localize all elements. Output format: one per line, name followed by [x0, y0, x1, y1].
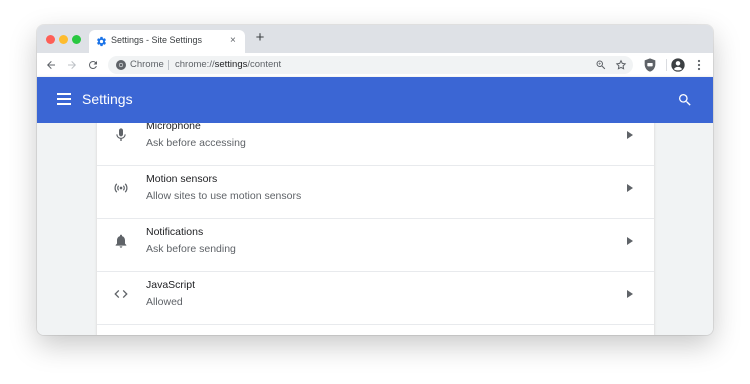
reload-icon	[88, 60, 97, 69]
page-title: Settings	[82, 91, 133, 107]
back-arrow-icon	[47, 61, 55, 69]
bookmark-star-icon[interactable]	[615, 59, 627, 71]
motion-sensors-icon	[114, 183, 128, 193]
arrow-right-icon	[627, 290, 633, 298]
omnibox-chip-label: Chrome	[130, 59, 164, 70]
chrome-icon	[116, 60, 126, 70]
back-button[interactable]	[43, 57, 59, 73]
list-item-notifications[interactable]: Notifications Ask before sending	[97, 219, 654, 272]
gear-icon	[97, 36, 106, 47]
new-tab-button[interactable]: +	[252, 30, 268, 46]
bell-icon	[115, 234, 127, 248]
more-vert-icon[interactable]	[691, 57, 707, 73]
settings-header: Settings	[37, 77, 713, 123]
omnibox-separator	[168, 60, 169, 70]
microphone-icon	[116, 128, 126, 141]
list-item-motion-sensors[interactable]: Motion sensors Allow sites to use motion…	[97, 166, 654, 219]
list-item-subtitle: Ask before sending	[146, 243, 236, 255]
list-item-title: Notifications	[146, 226, 204, 238]
toolbar-separator	[666, 59, 667, 71]
list-item-microphone[interactable]: Microphone Ask before accessing	[97, 123, 654, 166]
settings-content: Microphone Ask before accessing Motion s…	[37, 123, 713, 335]
url-text: chrome://settings/content	[175, 59, 281, 70]
tab-title: Settings - Site Settings	[111, 35, 203, 45]
minimize-window-button[interactable]	[59, 35, 68, 44]
list-item-title: JavaScript	[146, 279, 196, 291]
zoom-window-button[interactable]	[72, 35, 81, 44]
address-bar[interactable]: Chrome chrome://settings/content	[108, 56, 633, 74]
screenshot-stage: Settings - Site Settings × + Chrome chro…	[0, 0, 750, 384]
list-item-javascript[interactable]: JavaScript Allowed	[97, 272, 654, 325]
zoom-icon[interactable]	[595, 59, 607, 71]
arrow-right-icon	[627, 184, 633, 192]
list-item-subtitle: Allow sites to use motion sensors	[146, 190, 302, 202]
reload-button[interactable]	[85, 57, 101, 73]
arrow-right-icon	[627, 131, 633, 139]
site-settings-card: Microphone Ask before accessing Motion s…	[97, 123, 654, 335]
browser-toolbar: Chrome chrome://settings/content	[37, 53, 713, 77]
tab-close-icon[interactable]: ×	[230, 35, 236, 47]
list-item-title: Microphone	[146, 123, 201, 132]
forward-button[interactable]	[64, 57, 80, 73]
list-item-title: Motion sensors	[146, 173, 218, 185]
search-icon[interactable]	[677, 92, 693, 108]
arrow-right-icon	[627, 237, 633, 245]
url-scheme: chrome://	[175, 59, 215, 70]
url-path: /content	[247, 59, 282, 70]
tab-strip: Settings - Site Settings × +	[37, 25, 713, 53]
code-icon	[114, 290, 128, 298]
list-item-subtitle: Allowed	[146, 296, 183, 308]
profile-avatar-icon[interactable]	[670, 57, 686, 73]
close-window-button[interactable]	[46, 35, 55, 44]
forward-arrow-icon	[68, 61, 76, 69]
shield-extension-icon[interactable]	[642, 57, 658, 73]
url-host: settings	[214, 59, 248, 70]
menu-icon[interactable]	[57, 93, 71, 105]
list-item-subtitle: Ask before accessing	[146, 137, 246, 149]
tab-settings[interactable]: Settings - Site Settings ×	[89, 30, 245, 53]
browser-window: Settings - Site Settings × + Chrome chro…	[37, 25, 713, 335]
